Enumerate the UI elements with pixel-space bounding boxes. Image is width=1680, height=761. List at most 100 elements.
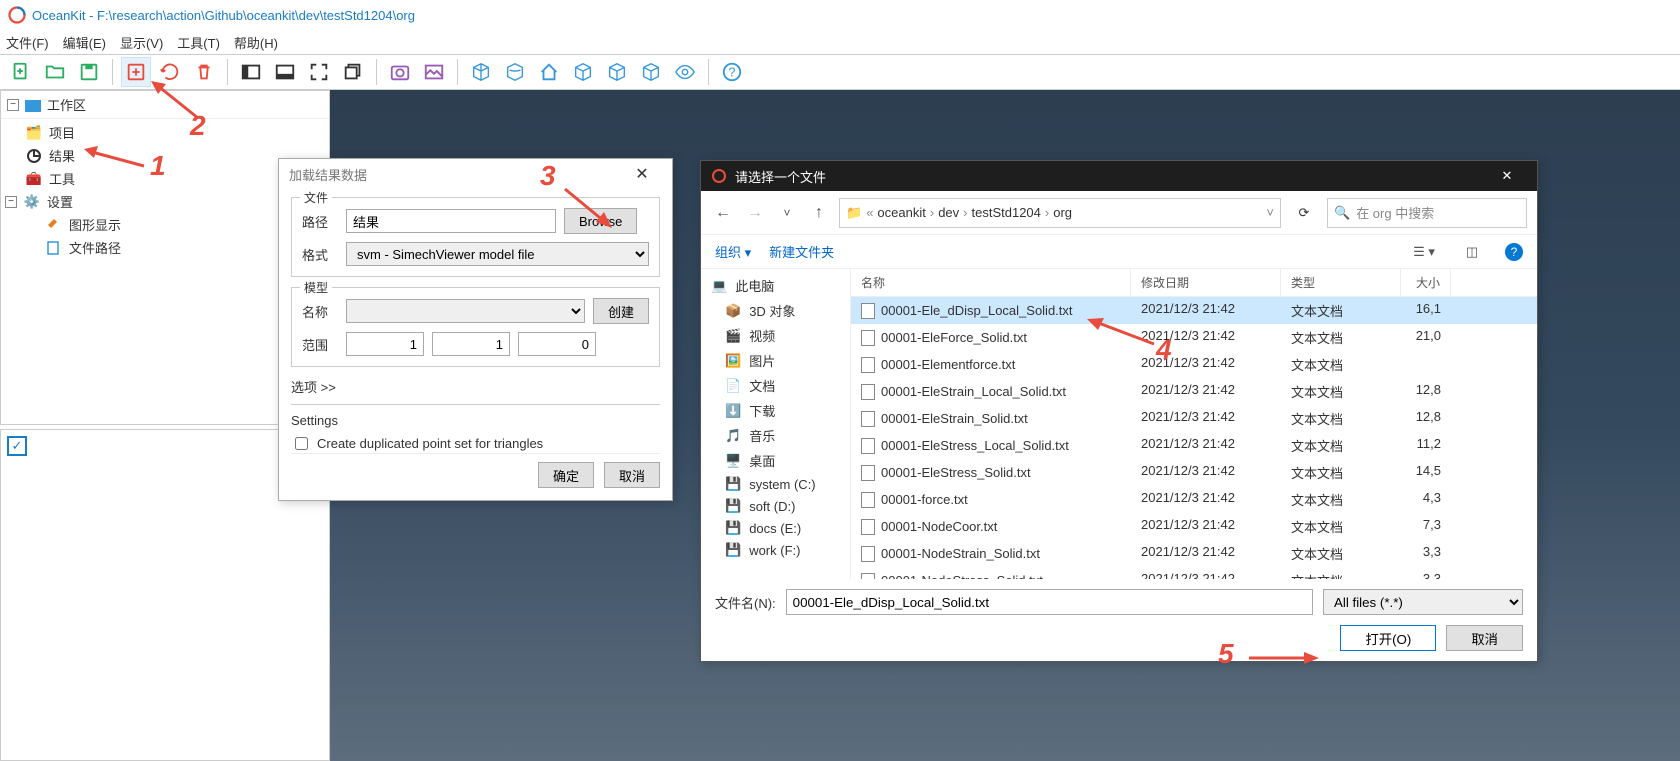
box2-icon[interactable] [602, 57, 632, 87]
format-select[interactable]: svm - SimechViewer model file [346, 242, 649, 266]
cancel-button[interactable]: 取消 [604, 462, 660, 488]
file-row[interactable]: 00001-EleStress_Solid.txt2021/12/3 21:42… [851, 459, 1537, 486]
range1-input[interactable] [346, 332, 424, 356]
fullscreen-icon[interactable] [304, 57, 334, 87]
organize-menu[interactable]: 组织 ▾ [715, 242, 751, 261]
tree-thispc[interactable]: 💻此电脑 [701, 273, 850, 298]
file-row[interactable]: 00001-Elementforce.txt2021/12/3 21:42文本文… [851, 351, 1537, 378]
menu-file[interactable]: 文件(F) [6, 33, 49, 52]
tree-drive-c[interactable]: 💾system (C:) [701, 473, 850, 495]
tree-downloads[interactable]: ⬇️下载 [701, 398, 850, 423]
tree-desktop[interactable]: 🖥️桌面 [701, 448, 850, 473]
tree-drive-e[interactable]: 💾docs (E:) [701, 517, 850, 539]
new-folder-button[interactable]: 新建文件夹 [769, 242, 834, 261]
col-size[interactable]: 大小 [1401, 269, 1451, 296]
close-icon[interactable]: ✕ [1487, 161, 1527, 191]
file-row[interactable]: 00001-NodeCoor.txt2021/12/3 21:42文本文档7,3 [851, 513, 1537, 540]
file-row[interactable]: 00001-force.txt2021/12/3 21:42文本文档4,3 [851, 486, 1537, 513]
image-icon[interactable] [419, 57, 449, 87]
tree-3d[interactable]: 📦3D 对象 [701, 298, 850, 323]
create-button[interactable]: 创建 [593, 298, 649, 324]
file-row[interactable]: 00001-EleStress_Local_Solid.txt2021/12/3… [851, 432, 1537, 459]
bc-item[interactable]: org [1053, 205, 1072, 220]
open-folder-icon[interactable] [40, 57, 70, 87]
col-type[interactable]: 类型 [1281, 269, 1401, 296]
file-row[interactable]: 00001-NodeStress_Solid.txt2021/12/3 21:4… [851, 567, 1537, 579]
tree-docs[interactable]: 📄文档 [701, 373, 850, 398]
check-icon[interactable]: ✓ [7, 436, 27, 456]
tree-video[interactable]: 🎬视频 [701, 323, 850, 348]
rotate-icon[interactable] [500, 57, 530, 87]
forward-icon[interactable]: → [743, 204, 767, 222]
open-button[interactable]: 打开(O) [1340, 625, 1436, 651]
chevron-down-icon[interactable]: ˅ [1266, 205, 1274, 220]
file-type: 文本文档 [1281, 434, 1401, 457]
breadcrumb[interactable]: 📁 « oceankit› dev› testStd1204› org ˅ [839, 198, 1281, 228]
file-name: 00001-NodeCoor.txt [881, 519, 997, 534]
file-name: 00001-Elementforce.txt [881, 357, 1015, 372]
menu-view[interactable]: 显示(V) [120, 33, 163, 52]
file-type: 文本文档 [1281, 461, 1401, 484]
ok-button[interactable]: 确定 [538, 462, 594, 488]
cube-icon[interactable] [466, 57, 496, 87]
view-preview-icon[interactable]: ◫ [1457, 240, 1487, 264]
col-date[interactable]: 修改日期 [1131, 269, 1281, 296]
menu-help[interactable]: 帮助(H) [234, 33, 278, 52]
history-icon[interactable]: ˅ [775, 206, 799, 220]
group-title: 模型 [300, 279, 332, 296]
tree-drive-d[interactable]: 💾soft (D:) [701, 495, 850, 517]
home-icon[interactable] [534, 57, 564, 87]
bc-item[interactable]: oceankit [877, 205, 925, 220]
range3-input[interactable] [518, 332, 596, 356]
file-dialog-titlebar[interactable]: 请选择一个文件 ✕ [701, 161, 1537, 191]
bc-item[interactable]: dev [938, 205, 959, 220]
help-icon[interactable]: ? [717, 57, 747, 87]
layers-icon[interactable] [338, 57, 368, 87]
filename-input[interactable] [786, 589, 1313, 615]
tree-item-settings[interactable]: −⚙️设置 [5, 190, 325, 213]
collapse-icon[interactable]: − [7, 99, 19, 111]
help-icon[interactable]: ? [1505, 243, 1523, 261]
expand-icon[interactable]: − [5, 196, 17, 208]
file-row[interactable]: 00001-EleForce_Solid.txt2021/12/3 21:42文… [851, 324, 1537, 351]
up-icon[interactable]: ↑ [807, 204, 831, 222]
camera-icon[interactable] [385, 57, 415, 87]
cancel-button[interactable]: 取消 [1446, 625, 1523, 651]
file-row[interactable]: 00001-EleStrain_Solid.txt2021/12/3 21:42… [851, 405, 1537, 432]
bc-item[interactable]: testStd1204 [972, 205, 1041, 220]
path-input[interactable] [346, 209, 556, 233]
col-name[interactable]: 名称 [851, 269, 1131, 296]
path-label: 路径 [302, 212, 338, 231]
save-icon[interactable] [74, 57, 104, 87]
file-row[interactable]: 00001-Ele_dDisp_Local_Solid.txt2021/12/3… [851, 297, 1537, 324]
eye-icon[interactable] [670, 57, 700, 87]
box-icon[interactable] [568, 57, 598, 87]
tree-item-graphics[interactable]: 图形显示 [5, 213, 325, 236]
menu-tools[interactable]: 工具(T) [177, 33, 220, 52]
file-row[interactable]: 00001-EleStrain_Local_Solid.txt2021/12/3… [851, 378, 1537, 405]
range2-input[interactable] [432, 332, 510, 356]
panel-bottom-icon[interactable] [270, 57, 300, 87]
search-input[interactable]: 🔍 在 org 中搜索 [1327, 198, 1527, 228]
name-select[interactable] [346, 299, 585, 323]
tree-music[interactable]: 🎵音乐 [701, 423, 850, 448]
add-icon[interactable] [121, 57, 151, 87]
file-size: 4,3 [1401, 488, 1451, 511]
options-toggle[interactable]: 选项 >> [291, 377, 660, 405]
file-row[interactable]: 00001-NodeStrain_Solid.txt2021/12/3 21:4… [851, 540, 1537, 567]
tree-pictures[interactable]: 🖼️图片 [701, 348, 850, 373]
box3-icon[interactable] [636, 57, 666, 87]
close-icon[interactable]: ✕ [622, 160, 662, 188]
toolbar-separator [457, 59, 458, 85]
view-list-icon[interactable]: ☰ ▾ [1409, 240, 1439, 264]
new-file-icon[interactable] [6, 57, 36, 87]
refresh-icon[interactable]: ⟳ [1289, 198, 1319, 228]
tree-drive-f[interactable]: 💾work (F:) [701, 539, 850, 561]
tree-item-filepath[interactable]: 文件路径 [5, 236, 325, 259]
panel-left-icon[interactable] [236, 57, 266, 87]
menu-edit[interactable]: 编辑(E) [63, 33, 106, 52]
duplicate-checkbox[interactable] [295, 437, 308, 450]
toolbar-separator [227, 59, 228, 85]
filter-select[interactable]: All files (*.*) [1323, 589, 1523, 615]
back-icon[interactable]: ← [711, 204, 735, 222]
